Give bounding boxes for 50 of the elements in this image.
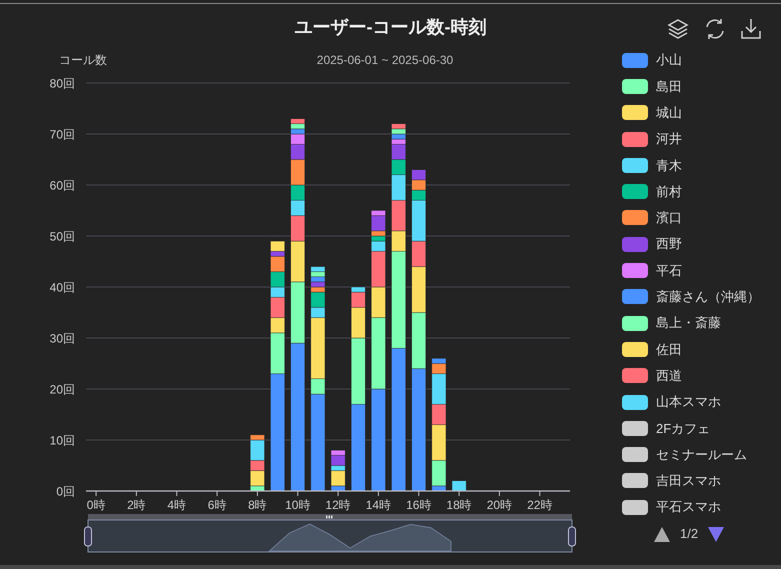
legend-item[interactable]: 前村 bbox=[622, 178, 682, 205]
axis-label: 20回 bbox=[50, 382, 75, 396]
axis-label: 20時 bbox=[486, 498, 512, 512]
legend-item[interactable]: 島田 bbox=[622, 73, 682, 100]
legend-item[interactable]: 小山 bbox=[622, 47, 682, 74]
axis-label: 0時 bbox=[86, 498, 106, 512]
axis-label: 70回 bbox=[50, 128, 75, 142]
axis-label: 16時 bbox=[406, 498, 432, 512]
legend-item[interactable]: 青木 bbox=[622, 152, 682, 178]
axis-label: 10時 bbox=[285, 498, 310, 512]
axis-label: 10回 bbox=[50, 434, 75, 448]
legend-item[interactable]: 平石スマホ bbox=[622, 494, 721, 520]
legend-item[interactable]: 城山 bbox=[622, 100, 682, 126]
legend-item[interactable]: 斎藤さん（沖縄） bbox=[622, 284, 760, 310]
legend-item[interactable]: 平石 bbox=[622, 257, 682, 284]
axis-label: 30回 bbox=[50, 332, 75, 346]
legend-item[interactable]: 濱口 bbox=[622, 204, 682, 232]
axis-label: 14時 bbox=[366, 498, 392, 512]
page-indicator: 1/2 bbox=[680, 525, 698, 544]
zoom-handle[interactable] bbox=[84, 526, 92, 546]
axis-label: 6時 bbox=[208, 498, 226, 512]
axis-label: 4時 bbox=[167, 498, 186, 512]
axis-label: 2時 bbox=[127, 498, 146, 512]
legend-item[interactable]: 吉田スマホ bbox=[622, 468, 721, 494]
download-icon[interactable] bbox=[739, 17, 763, 41]
axis-label: 18時 bbox=[446, 498, 472, 512]
axis-label: 50回 bbox=[50, 230, 75, 244]
axis-label: 12時 bbox=[325, 498, 351, 512]
legend-item[interactable]: 山本スマホ bbox=[622, 388, 721, 416]
chart-subtitle: 2025-06-01 ~ 2025-06-30 bbox=[316, 53, 454, 67]
axis-label: 22時 bbox=[527, 498, 552, 512]
axis-label: 0回 bbox=[56, 484, 75, 498]
zoom-slider[interactable] bbox=[88, 520, 572, 552]
axis-title: コール数 bbox=[59, 53, 107, 67]
axis-label: 8時 bbox=[248, 498, 267, 512]
axis-label: 80回 bbox=[50, 76, 75, 90]
legend-item[interactable]: 佐田 bbox=[622, 336, 682, 363]
layers-icon[interactable] bbox=[667, 17, 691, 41]
axis-label: 40回 bbox=[50, 280, 75, 294]
legend-item[interactable]: 河井 bbox=[622, 126, 682, 152]
legend-item[interactable]: 2Fカフェ bbox=[622, 415, 710, 442]
grip-icon[interactable] bbox=[326, 516, 332, 518]
zoom-handle[interactable] bbox=[568, 526, 576, 546]
axis-label: 60回 bbox=[50, 178, 75, 192]
legend-item[interactable]: 西野 bbox=[622, 231, 682, 258]
legend-item[interactable]: 島上・斎藤 bbox=[622, 310, 721, 336]
legend-item[interactable]: セミナールーム bbox=[622, 441, 747, 468]
legend-item[interactable]: 西道 bbox=[622, 362, 682, 389]
page-down-icon[interactable] bbox=[708, 526, 724, 542]
chart-title: ユーザー-コール数-時刻 bbox=[294, 16, 486, 38]
